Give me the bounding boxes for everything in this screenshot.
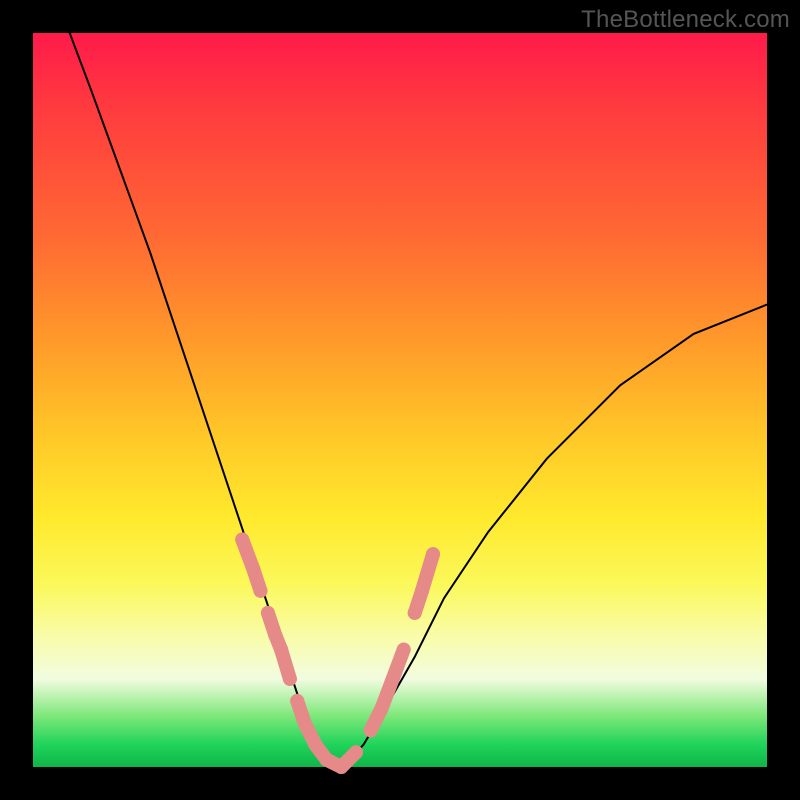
marker-dot <box>426 547 440 561</box>
marker-dot <box>320 753 334 767</box>
marker-dot <box>246 562 260 576</box>
chart-frame: TheBottleneck.com <box>0 0 800 800</box>
marker-dot <box>283 672 297 686</box>
plot-area <box>33 33 767 767</box>
marker-dot <box>334 760 348 774</box>
marker-dot <box>268 628 282 642</box>
marker-dot <box>408 606 422 620</box>
bottleneck-curve <box>70 33 767 767</box>
highlighted-points <box>235 533 440 775</box>
marker-dot <box>261 606 275 620</box>
chart-svg <box>33 33 767 767</box>
curve-path <box>70 33 767 767</box>
marker-dot <box>375 701 389 715</box>
marker-dot <box>386 672 400 686</box>
watermark-text: TheBottleneck.com <box>581 6 790 34</box>
marker-dot <box>415 584 429 598</box>
marker-dot <box>298 716 312 730</box>
marker-dot <box>274 643 288 657</box>
marker-dot <box>364 723 378 737</box>
marker-dot <box>235 533 249 547</box>
marker-dot <box>309 738 323 752</box>
marker-dot <box>349 745 363 759</box>
marker-dot <box>254 584 268 598</box>
marker-dot <box>397 643 411 657</box>
marker-dot <box>290 694 304 708</box>
